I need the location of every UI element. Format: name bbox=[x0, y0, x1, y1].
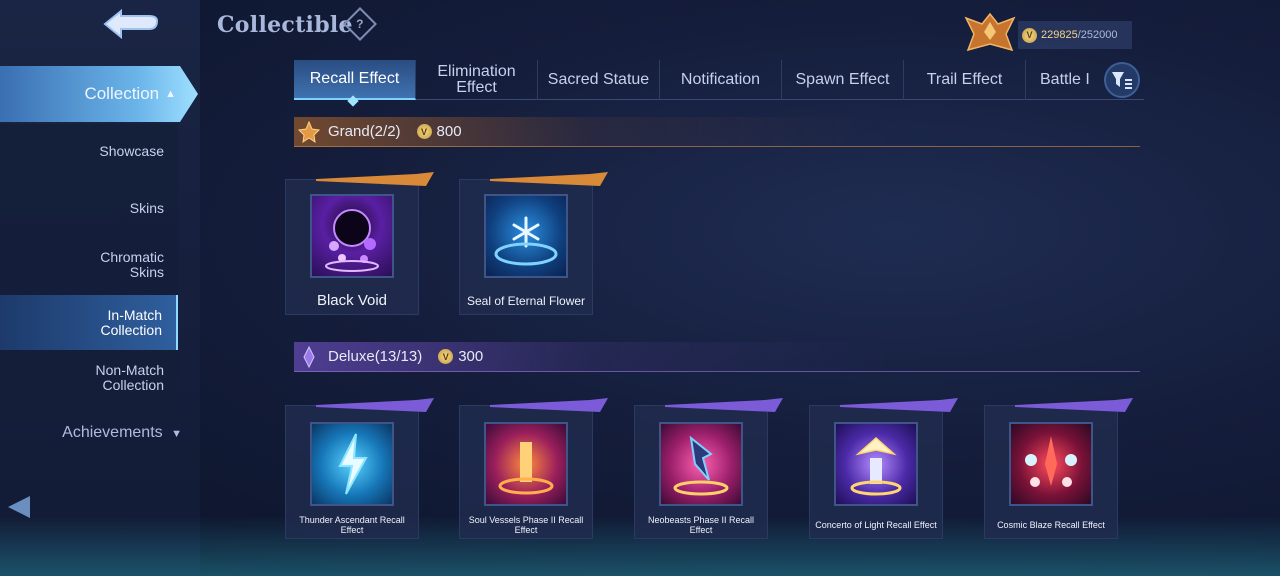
item-card[interactable]: Cosmic Blaze Recall Effect bbox=[984, 398, 1133, 539]
item-card[interactable]: Black Void bbox=[285, 172, 434, 315]
item-name: Black Void bbox=[316, 292, 388, 309]
help-symbol: ? bbox=[356, 17, 364, 31]
section-header-grand: Grand(2/2) V 800 bbox=[294, 117, 1140, 147]
deluxe-ribbon-icon bbox=[1015, 398, 1133, 412]
currency-display: V 229825/252000 bbox=[1018, 21, 1132, 49]
tab-spawn-effect[interactable]: Spawn Effect bbox=[782, 60, 904, 100]
deluxe-ribbon-icon bbox=[490, 398, 608, 412]
item-name: Seal of Eternal Flower bbox=[466, 294, 586, 308]
filter-icon bbox=[1112, 72, 1132, 89]
item-card[interactable]: Thunder Ascendant Recall Effect bbox=[285, 398, 434, 539]
tab-battle[interactable]: Battle I bbox=[1026, 60, 1106, 100]
tab-trail-effect[interactable]: Trail Effect bbox=[904, 60, 1026, 100]
item-thumbnail bbox=[834, 422, 918, 506]
item-thumbnail bbox=[659, 422, 743, 506]
currency-max: /252000 bbox=[1077, 29, 1118, 41]
tab-label: Sacred Statue bbox=[547, 71, 650, 88]
item-name: Cosmic Blaze Recall Effect bbox=[997, 520, 1105, 530]
cosmic-blaze-icon bbox=[1025, 436, 1077, 487]
sidebar-item-label: Showcase bbox=[99, 143, 164, 159]
sidebar-item-label: Collection bbox=[102, 377, 164, 393]
tab-notification[interactable]: Notification bbox=[660, 60, 782, 100]
tab-label: Notification bbox=[680, 71, 761, 88]
concerto-light-icon bbox=[850, 436, 902, 496]
deluxe-ribbon-icon bbox=[665, 398, 783, 412]
deluxe-ribbon-icon bbox=[840, 398, 958, 412]
tab-label: Recall Effect bbox=[309, 70, 400, 87]
tab-label: Spawn Effect bbox=[795, 71, 890, 88]
tab-label: Battle I bbox=[1040, 71, 1090, 88]
currency-value: 229825 bbox=[1041, 29, 1078, 41]
neobeast-icon bbox=[673, 435, 729, 496]
item-thumbnail bbox=[484, 422, 568, 506]
grand-ribbon-icon bbox=[316, 172, 434, 186]
sidebar-item-label: Collection bbox=[100, 321, 162, 338]
filter-button[interactable] bbox=[1104, 62, 1140, 98]
back-arrow-icon bbox=[103, 8, 159, 40]
nav-achievements[interactable]: Achievements ▼ bbox=[0, 424, 186, 442]
sidebar-item-label: In-Match bbox=[107, 306, 162, 323]
sidebar-item-label: Chromatic bbox=[100, 249, 164, 265]
section-price: V 800 bbox=[416, 123, 462, 140]
sidebar-item-label: Skins bbox=[129, 200, 164, 216]
left-arrow-icon[interactable] bbox=[8, 496, 30, 518]
nav-collection[interactable]: Collection ▲ bbox=[0, 66, 198, 122]
rank-emblem-icon bbox=[964, 12, 1016, 52]
item-card[interactable]: Concerto of Light Recall Effect bbox=[809, 398, 958, 539]
thunder-icon bbox=[338, 433, 368, 495]
chevron-up-icon: ▲ bbox=[165, 88, 176, 100]
item-thumbnail bbox=[484, 194, 568, 278]
nav-collection-label: Collection bbox=[84, 84, 160, 103]
sidebar-item-chromatic-skins[interactable]: Chromatic Skins bbox=[0, 250, 178, 280]
coin-icon: V bbox=[438, 349, 454, 364]
tab-label: Effect bbox=[456, 79, 497, 96]
tab-label: Trail Effect bbox=[926, 71, 1003, 88]
sidebar-item-label: Non-Match bbox=[95, 362, 164, 378]
item-name: Soul Vessels Phase II Recall Effect bbox=[468, 515, 584, 535]
item-card[interactable]: Neobeasts Phase II Recall Effect bbox=[634, 398, 783, 539]
tab-recall-effect[interactable]: Recall Effect bbox=[294, 60, 416, 100]
nav-achievements-label: Achievements bbox=[62, 424, 163, 441]
item-thumbnail bbox=[310, 422, 394, 506]
section-price: V 300 bbox=[438, 348, 483, 365]
grand-tier-icon bbox=[298, 120, 320, 143]
sidebar-item-label: Skins bbox=[129, 264, 164, 280]
sidebar-item-showcase[interactable]: Showcase bbox=[0, 144, 178, 159]
deluxe-tier-icon bbox=[303, 345, 315, 368]
section-header-deluxe: Deluxe(13/13) V 300 bbox=[294, 342, 1140, 372]
sidebar-item-in-match-collection[interactable]: In-Match Collection bbox=[0, 295, 178, 350]
item-thumbnail bbox=[1009, 422, 1093, 506]
section-label: Grand(2/2) bbox=[328, 123, 401, 140]
sidebar-item-non-match-collection[interactable]: Non-Match Collection bbox=[0, 363, 178, 393]
snowflake-icon bbox=[494, 216, 558, 266]
soul-vessel-icon bbox=[498, 442, 554, 495]
black-void-icon bbox=[325, 209, 379, 272]
item-name: Neobeasts Phase II Recall Effect bbox=[647, 515, 755, 535]
back-button[interactable] bbox=[96, 6, 164, 42]
sidebar-item-skins[interactable]: Skins bbox=[0, 201, 178, 216]
item-name: Concerto of Light Recall Effect bbox=[815, 520, 937, 530]
chevron-down-icon: ▼ bbox=[171, 428, 182, 440]
tab-label: Elimination bbox=[437, 63, 516, 80]
item-thumbnail bbox=[310, 194, 394, 278]
item-card[interactable]: Soul Vessels Phase II Recall Effect bbox=[459, 398, 608, 539]
coin-icon: V bbox=[416, 124, 432, 139]
price-value: 300 bbox=[458, 348, 484, 365]
item-card[interactable]: Seal of Eternal Flower bbox=[459, 172, 608, 315]
category-tabs: Recall Effect Elimination Effect Sacred … bbox=[294, 60, 1144, 100]
section-label: Deluxe(13/13) bbox=[328, 348, 423, 365]
price-value: 800 bbox=[436, 123, 462, 140]
item-name: Thunder Ascendant Recall Effect bbox=[299, 515, 405, 535]
tab-sacred-statue[interactable]: Sacred Statue bbox=[538, 60, 660, 100]
grand-ribbon-icon bbox=[490, 172, 608, 186]
deluxe-ribbon-icon bbox=[316, 398, 434, 412]
coin-icon: V bbox=[1022, 27, 1037, 43]
tab-elimination-effect[interactable]: Elimination Effect bbox=[416, 60, 538, 100]
page-title: Collectible bbox=[217, 12, 353, 38]
